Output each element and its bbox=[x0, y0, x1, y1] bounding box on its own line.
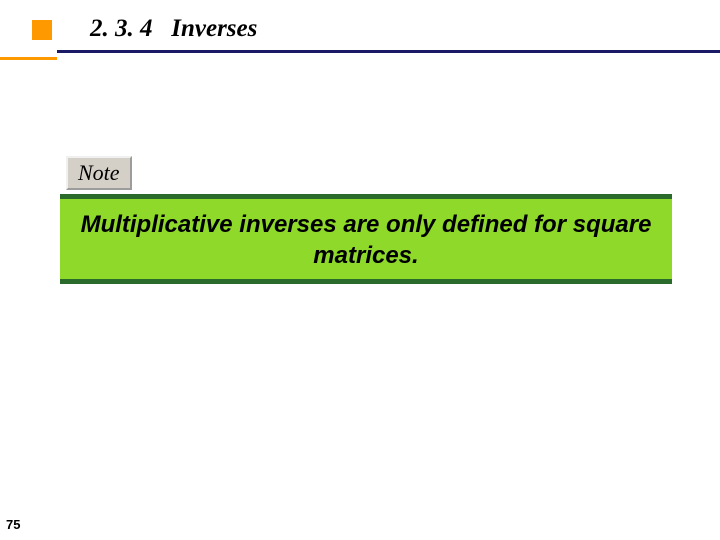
note-label-box: Note bbox=[66, 156, 132, 190]
page-number: 75 bbox=[6, 517, 20, 532]
title-underline bbox=[57, 50, 720, 53]
bullet-square-icon bbox=[32, 20, 52, 40]
note-body-box: Multiplicative inverses are only defined… bbox=[60, 194, 672, 284]
section-title: Inverses bbox=[171, 15, 257, 42]
note-body-text: Multiplicative inverses are only defined… bbox=[68, 209, 664, 271]
slide-title: 2. 3. 4 Inverses bbox=[90, 15, 257, 43]
section-number: 2. 3. 4 bbox=[90, 15, 153, 42]
title-underline-accent bbox=[0, 57, 57, 60]
note-label: Note bbox=[78, 160, 120, 185]
